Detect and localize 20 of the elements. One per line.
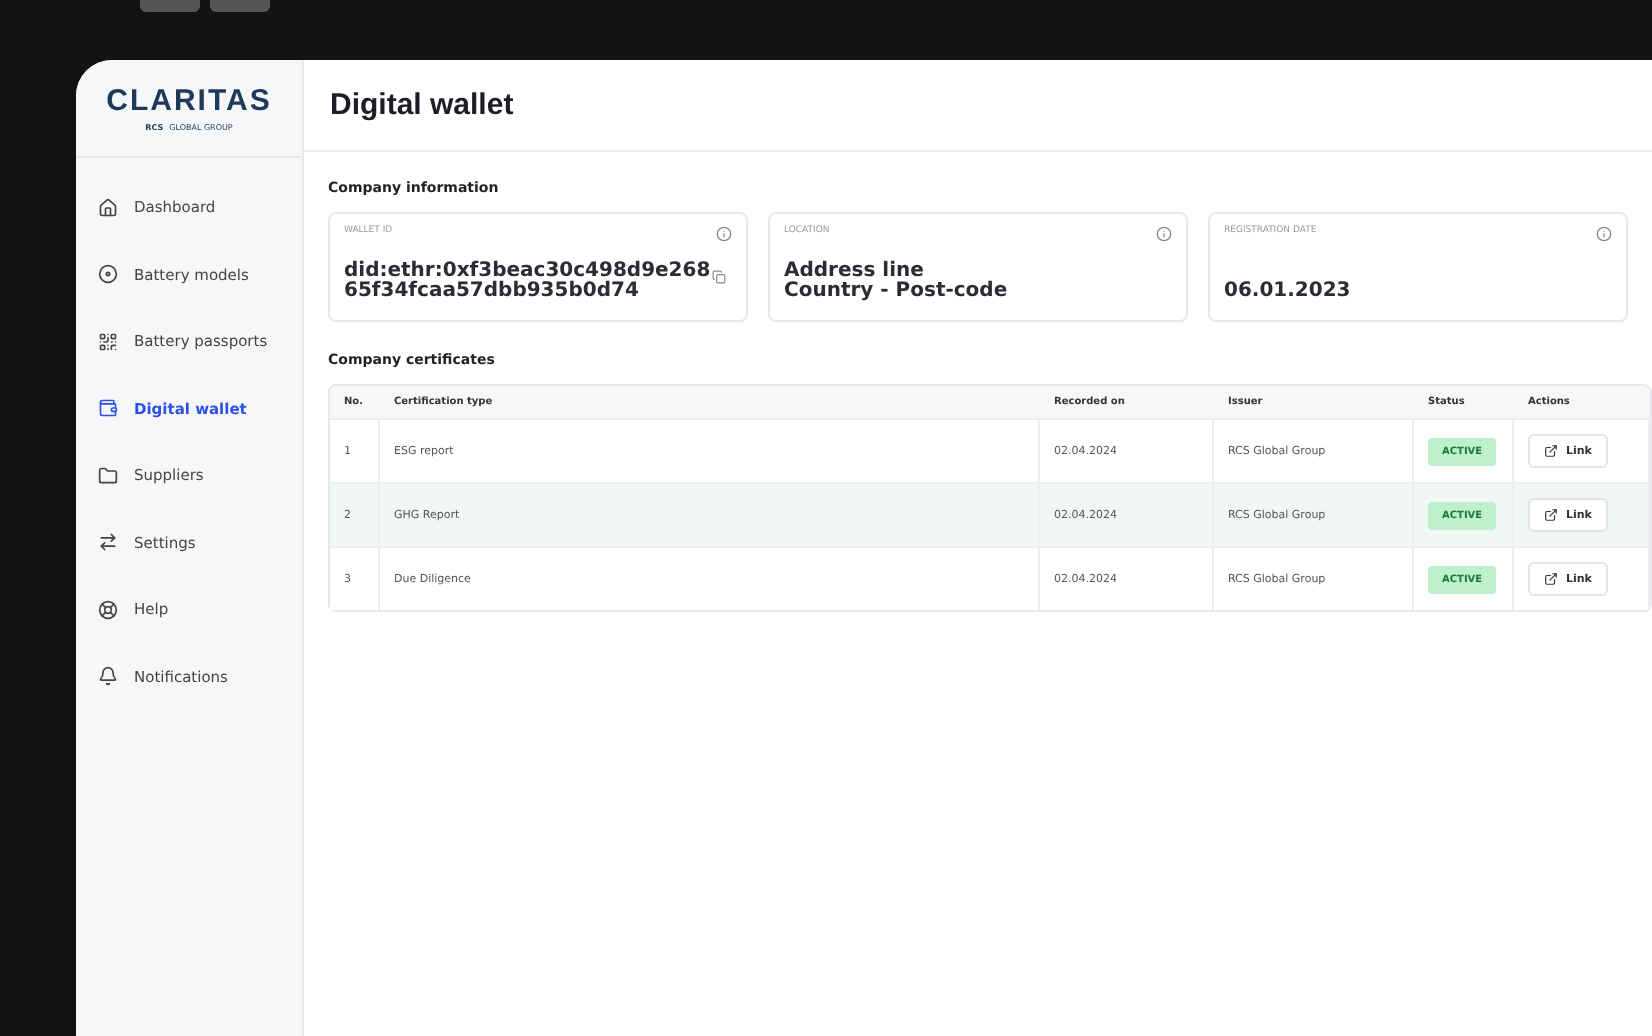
- wallet-icon: [98, 398, 118, 419]
- copy-icon[interactable]: [712, 270, 726, 284]
- folder-icon: [98, 465, 118, 486]
- external-link-icon: [1544, 444, 1558, 458]
- info-icon[interactable]: [716, 226, 732, 242]
- external-link-icon: [1544, 572, 1558, 586]
- bell-icon: [98, 666, 118, 687]
- page-title: Digital wallet: [330, 88, 514, 122]
- info-icon[interactable]: [1156, 226, 1172, 242]
- lifebuoy-icon: [98, 599, 118, 620]
- card-value: did:ethr:0xf3beac30c498d9e268 65f34fcaa57dbb935b0d74: [344, 262, 711, 302]
- external-link-icon: [1544, 508, 1558, 522]
- settings-icon: [98, 532, 118, 553]
- card-value: 06.01.2023: [1224, 282, 1351, 302]
- house-icon: [98, 197, 118, 218]
- disc-icon: [98, 264, 118, 285]
- logo-wordmark: CLARITAS: [106, 84, 272, 118]
- card-value: Address line Country - Post-code: [784, 262, 1008, 302]
- info-icon[interactable]: [1596, 226, 1612, 242]
- qr-code-icon: [98, 331, 118, 352]
